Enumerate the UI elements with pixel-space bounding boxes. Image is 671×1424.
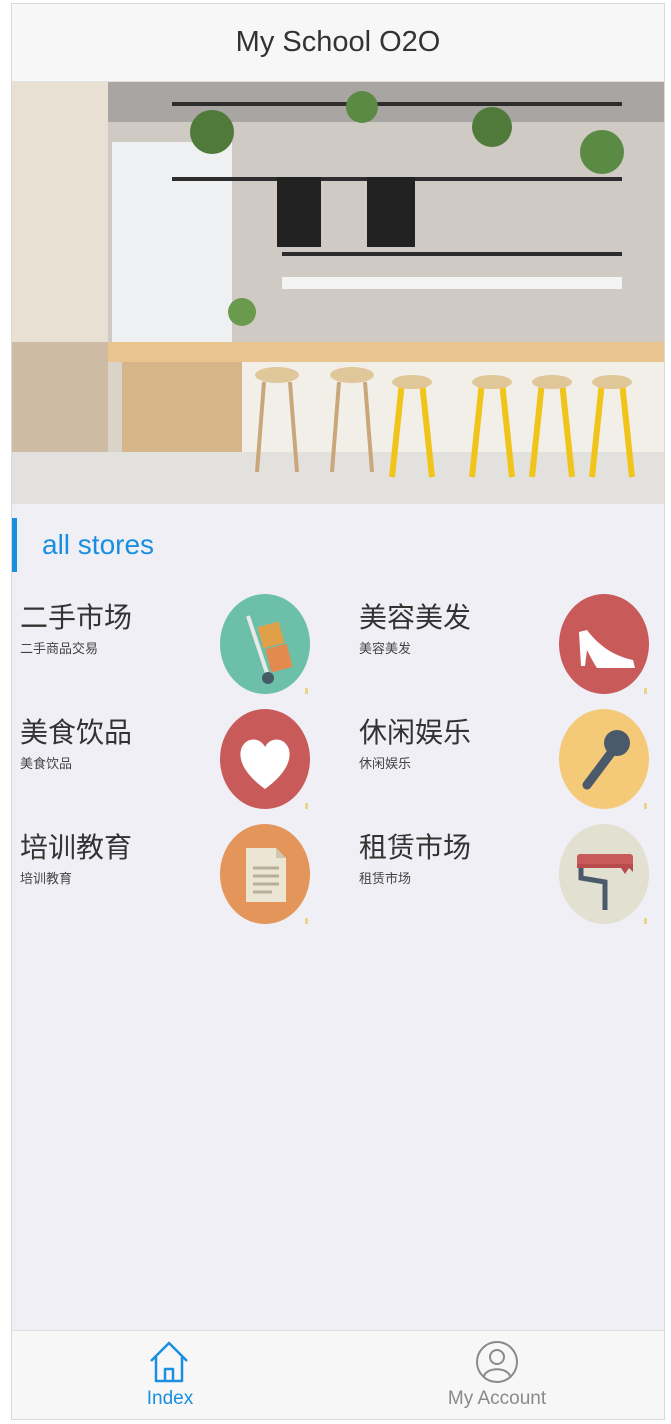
app-frame: My School O2O all stores 二手市场 二手商品交易 美容美… bbox=[11, 3, 665, 1420]
category-item-food[interactable]: 美食饮品 美食饮品 bbox=[12, 707, 312, 813]
section-title-text: all stores bbox=[42, 529, 155, 560]
category-item-rental[interactable]: 租赁市场 租赁市场 bbox=[351, 822, 651, 928]
category-subtitle: 二手商品交易 bbox=[20, 641, 99, 656]
tab-index[interactable]: Index bbox=[110, 1331, 230, 1419]
tab-account-label: My Account bbox=[447, 1388, 547, 1409]
section-header: all stores bbox=[12, 518, 664, 572]
category-subtitle: 租赁市场 bbox=[359, 871, 412, 886]
heart-icon bbox=[220, 709, 310, 809]
high-heel-icon bbox=[559, 594, 649, 694]
tab-account[interactable]: My Account bbox=[437, 1331, 557, 1419]
category-subtitle: 培训教育 bbox=[20, 871, 73, 886]
document-icon bbox=[220, 824, 310, 924]
category-item-entertainment[interactable]: 休闲娱乐 休闲娱乐 bbox=[351, 707, 651, 813]
microphone-icon bbox=[559, 709, 649, 809]
tab-index-label: Index bbox=[146, 1388, 194, 1409]
category-subtitle: 美食饮品 bbox=[20, 756, 73, 771]
tick-mark bbox=[305, 918, 308, 924]
banner-carousel[interactable] bbox=[12, 82, 664, 504]
tick-mark bbox=[644, 688, 647, 694]
category-name: 美容美发 bbox=[359, 602, 472, 633]
category-item-secondhand[interactable]: 二手市场 二手商品交易 bbox=[12, 592, 312, 698]
bottom-tab-bar: Index My Account bbox=[12, 1330, 664, 1419]
hand-truck-icon bbox=[220, 594, 310, 694]
category-name: 休闲娱乐 bbox=[359, 717, 472, 748]
tick-mark bbox=[305, 688, 308, 694]
category-name: 美食饮品 bbox=[20, 717, 133, 748]
category-name: 租赁市场 bbox=[359, 832, 472, 863]
page-title: My School O2O bbox=[235, 26, 441, 58]
paint-roller-icon bbox=[559, 824, 649, 924]
category-subtitle: 休闲娱乐 bbox=[359, 756, 412, 771]
category-item-beauty[interactable]: 美容美发 美容美发 bbox=[351, 592, 651, 698]
home-icon bbox=[150, 1341, 188, 1383]
category-name: 二手市场 bbox=[20, 602, 133, 633]
category-name: 培训教育 bbox=[20, 832, 133, 863]
nav-header: My School O2O bbox=[12, 4, 664, 82]
cafe-interior-image bbox=[12, 82, 664, 504]
tick-mark bbox=[644, 918, 647, 924]
category-item-education[interactable]: 培训教育 培训教育 bbox=[12, 822, 312, 928]
user-icon bbox=[476, 1341, 518, 1383]
category-subtitle: 美容美发 bbox=[359, 641, 412, 656]
tick-mark bbox=[644, 803, 647, 809]
tick-mark bbox=[305, 803, 308, 809]
